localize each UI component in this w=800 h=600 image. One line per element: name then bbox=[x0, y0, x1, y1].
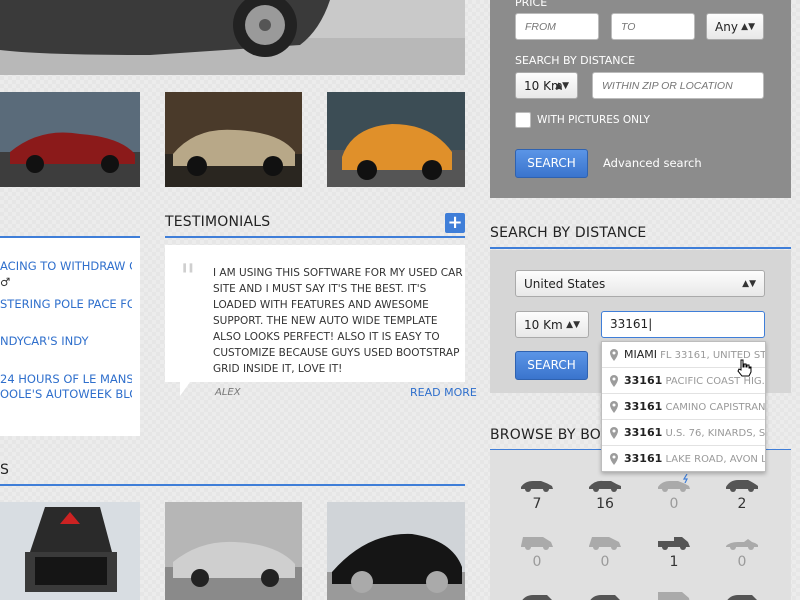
distance-km-select[interactable]: 10 Km ▲▼ bbox=[515, 311, 589, 338]
electric-count: 0 bbox=[669, 496, 679, 512]
select-arrows-icon: ▲▼ bbox=[555, 81, 569, 91]
bottom-divider bbox=[0, 484, 465, 486]
suggestion-rest: LAKE ROAD, AVON L... bbox=[662, 454, 765, 465]
sedan-count: 7 bbox=[532, 496, 542, 512]
suggestion-item[interactable]: 33161 CAMINO CAPISTRAN... bbox=[602, 394, 765, 420]
news-link[interactable]: OOLE'S AUTOWEEK BLOG bbox=[0, 385, 132, 403]
distance-divider bbox=[490, 247, 791, 249]
search-button[interactable]: SEARCH bbox=[515, 149, 588, 178]
suggestion-rest: U.S. 76, KINARDS, S... bbox=[662, 428, 765, 439]
select-arrows-icon: ▲▼ bbox=[566, 320, 580, 330]
car-photo-bugatti[interactable] bbox=[165, 92, 302, 187]
plus-icon[interactable]: + bbox=[445, 213, 465, 233]
car-photo-trunk[interactable] bbox=[0, 502, 140, 600]
suggestion-match: MIAMI bbox=[624, 348, 657, 361]
sedan-icon[interactable] bbox=[517, 474, 557, 494]
suggestion-match: 33161 bbox=[624, 374, 663, 387]
crossover-icon[interactable] bbox=[585, 532, 625, 552]
quote-icon: " bbox=[180, 257, 196, 297]
van-icon[interactable] bbox=[654, 588, 694, 600]
suggestion-match: 33161 bbox=[624, 400, 663, 413]
zip-input-value: 33161 bbox=[610, 317, 649, 331]
testimonial-author: ALEX bbox=[215, 387, 241, 398]
suggestion-match: 33161 bbox=[624, 452, 663, 465]
distance-section-title: SEARCH BY DISTANCE bbox=[490, 225, 647, 241]
currency-value: Any bbox=[715, 20, 738, 34]
currency-select[interactable]: Any ▲▼ bbox=[706, 13, 764, 40]
suggestion-rest: CAMINO CAPISTRAN... bbox=[662, 402, 765, 413]
hatchback-count: 2 bbox=[737, 496, 747, 512]
convertible-count: 0 bbox=[737, 554, 747, 570]
hatchback-icon[interactable] bbox=[722, 474, 762, 494]
select-arrows-icon: ▲▼ bbox=[741, 22, 755, 32]
select-arrows-icon: ▲▼ bbox=[742, 279, 756, 289]
electric-car-icon[interactable] bbox=[654, 474, 694, 494]
distance-select[interactable]: 10 Km ▲▼ bbox=[515, 72, 578, 99]
read-more-link[interactable]: READ MORE bbox=[410, 386, 477, 399]
minivan-icon[interactable] bbox=[585, 588, 625, 600]
crossover-count: 0 bbox=[600, 554, 610, 570]
suv-count: 0 bbox=[532, 554, 542, 570]
country-select[interactable]: United States ▲▼ bbox=[515, 270, 765, 297]
map-pin-icon bbox=[610, 427, 618, 439]
hand-cursor-icon bbox=[737, 359, 752, 377]
distance-label: SEARCH BY DISTANCE bbox=[515, 54, 636, 67]
pictures-only-checkbox[interactable] bbox=[515, 112, 531, 128]
distance-search-button[interactable]: SEARCH bbox=[515, 351, 588, 380]
convertible-icon[interactable] bbox=[722, 532, 762, 552]
price-from-input[interactable] bbox=[515, 13, 599, 40]
testimonial-text: I AM USING THIS SOFTWARE FOR MY USED CAR… bbox=[213, 267, 463, 375]
body-style-panel bbox=[490, 450, 791, 600]
coupe-icon[interactable] bbox=[585, 474, 625, 494]
car-photo-silver-sedan[interactable] bbox=[165, 502, 302, 600]
zip-input-focused[interactable]: 33161| bbox=[601, 311, 765, 338]
country-value: United States bbox=[524, 277, 606, 291]
suggestion-rest: PACIFIC COAST HIG... bbox=[662, 376, 765, 387]
map-pin-icon bbox=[610, 375, 618, 387]
distance-km-value: 10 Km bbox=[524, 318, 563, 332]
coupe-count: 16 bbox=[596, 496, 614, 512]
news-link[interactable]: NDYCAR'S INDY bbox=[0, 332, 132, 350]
news-link[interactable]: STERING POLE PACE FOR bbox=[0, 295, 132, 313]
news-icon-text: ♂ bbox=[0, 275, 11, 289]
map-pin-icon bbox=[610, 349, 618, 361]
suggestion-item[interactable]: 33161 U.S. 76, KINARDS, S... bbox=[602, 420, 765, 446]
advanced-search-link[interactable]: Advanced search bbox=[603, 156, 702, 170]
pictures-only-label: WITH PICTURES ONLY bbox=[537, 114, 650, 126]
wagon-icon[interactable] bbox=[517, 588, 557, 600]
price-label: PRICE bbox=[515, 0, 548, 9]
testimonials-divider bbox=[165, 236, 465, 238]
pickup-icon[interactable] bbox=[654, 532, 694, 552]
zip-location-input[interactable] bbox=[592, 72, 764, 99]
price-to-input[interactable] bbox=[611, 13, 695, 40]
bottom-section-title: S bbox=[0, 462, 10, 478]
testimonial-pointer bbox=[180, 382, 200, 396]
car-photo-black-porsche[interactable] bbox=[327, 502, 465, 600]
truck-icon[interactable] bbox=[722, 588, 762, 600]
map-pin-icon bbox=[610, 453, 618, 465]
testimonials-title: TESTIMONIALS bbox=[165, 214, 271, 230]
suggestion-match: 33161 bbox=[624, 426, 663, 439]
suggestion-item[interactable]: 33161 LAKE ROAD, AVON L... bbox=[602, 446, 765, 472]
map-pin-icon bbox=[610, 401, 618, 413]
pickup-count: 1 bbox=[669, 554, 679, 570]
suv-icon[interactable] bbox=[517, 532, 557, 552]
car-photo-orange-audi[interactable] bbox=[327, 92, 465, 187]
car-photo-red-corvette[interactable] bbox=[0, 92, 140, 187]
hero-car-image bbox=[0, 0, 465, 75]
